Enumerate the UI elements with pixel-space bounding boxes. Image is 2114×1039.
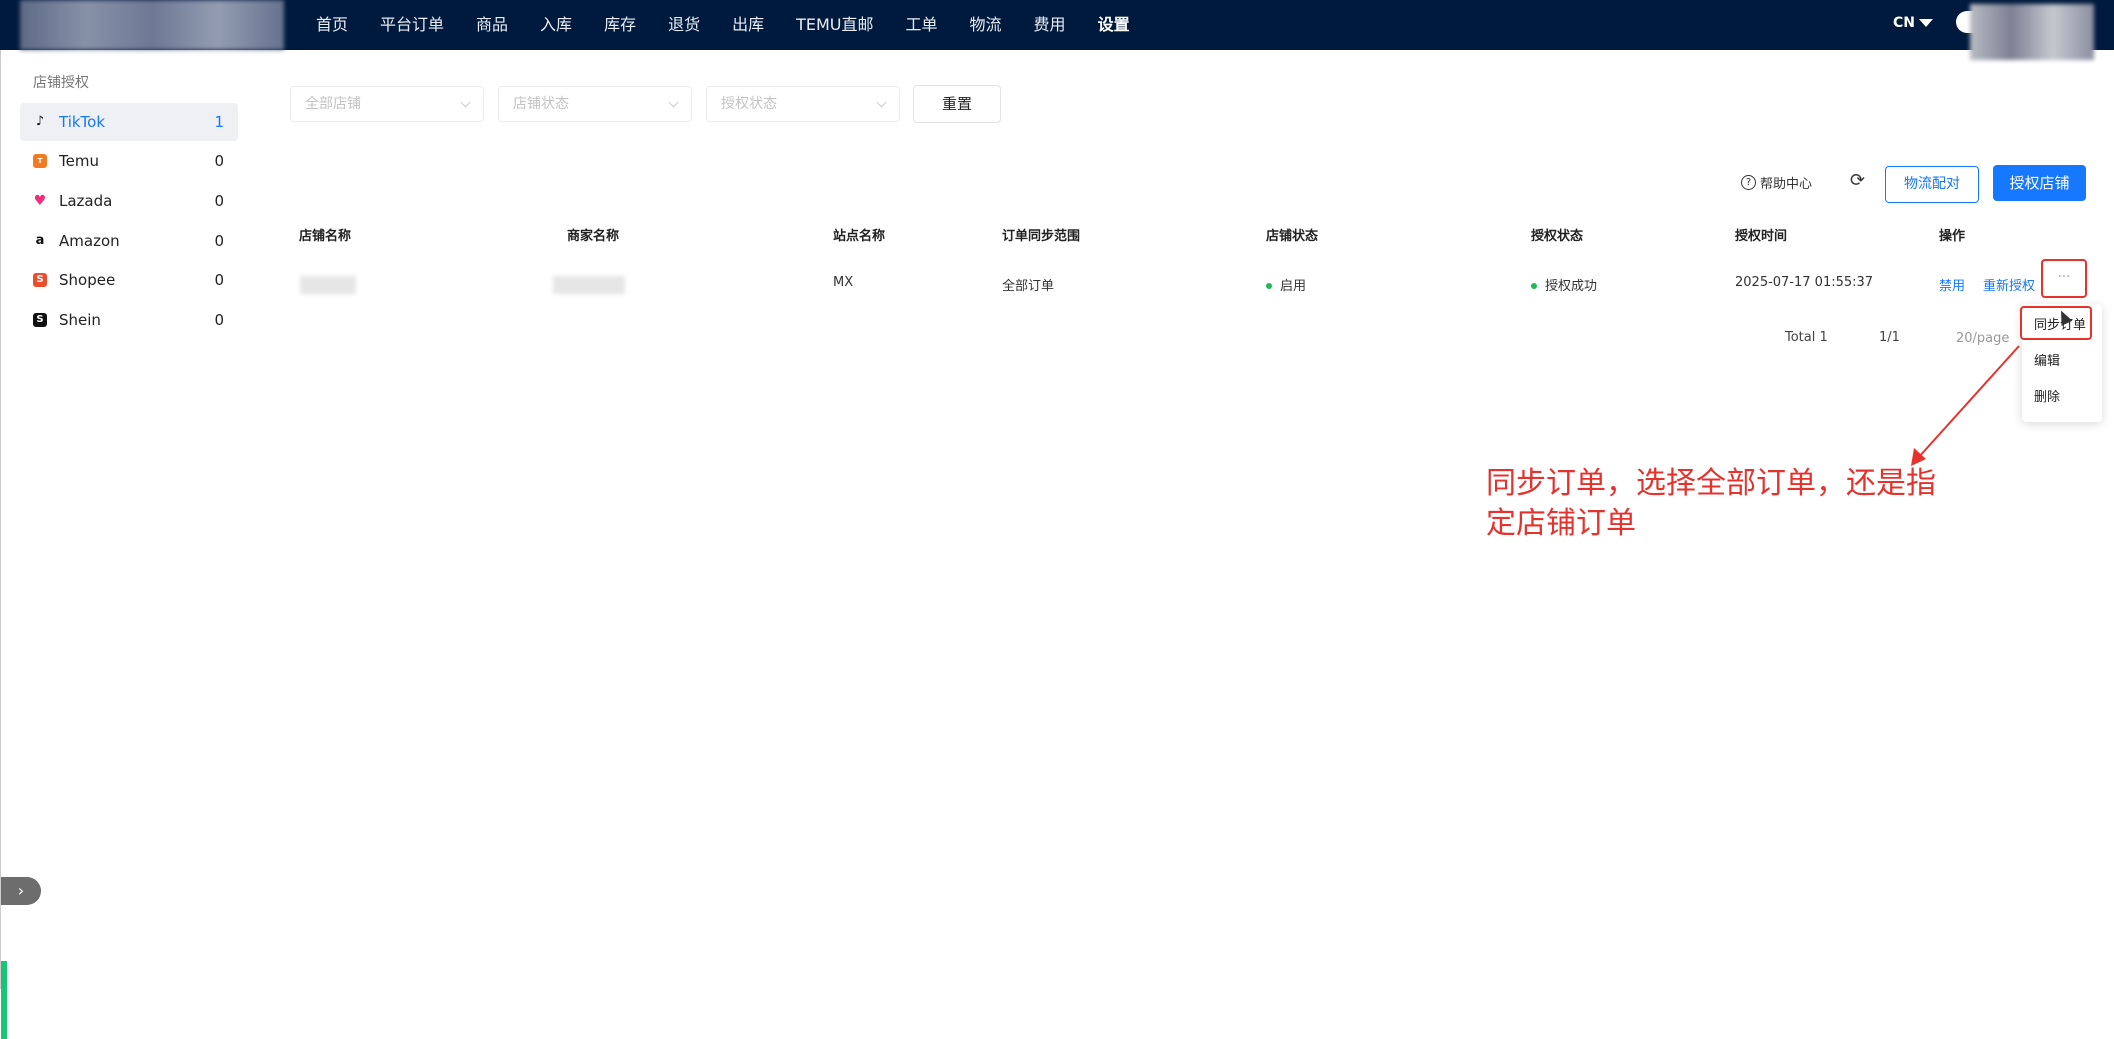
annotation-line-1: 同步订单，选择全部订单，还是指 xyxy=(1486,466,1936,501)
annotation-text: 同步订单，选择全部订单，还是指 定店铺订单 xyxy=(1486,464,1966,544)
annotation-line-2: 定店铺订单 xyxy=(1486,506,1636,541)
